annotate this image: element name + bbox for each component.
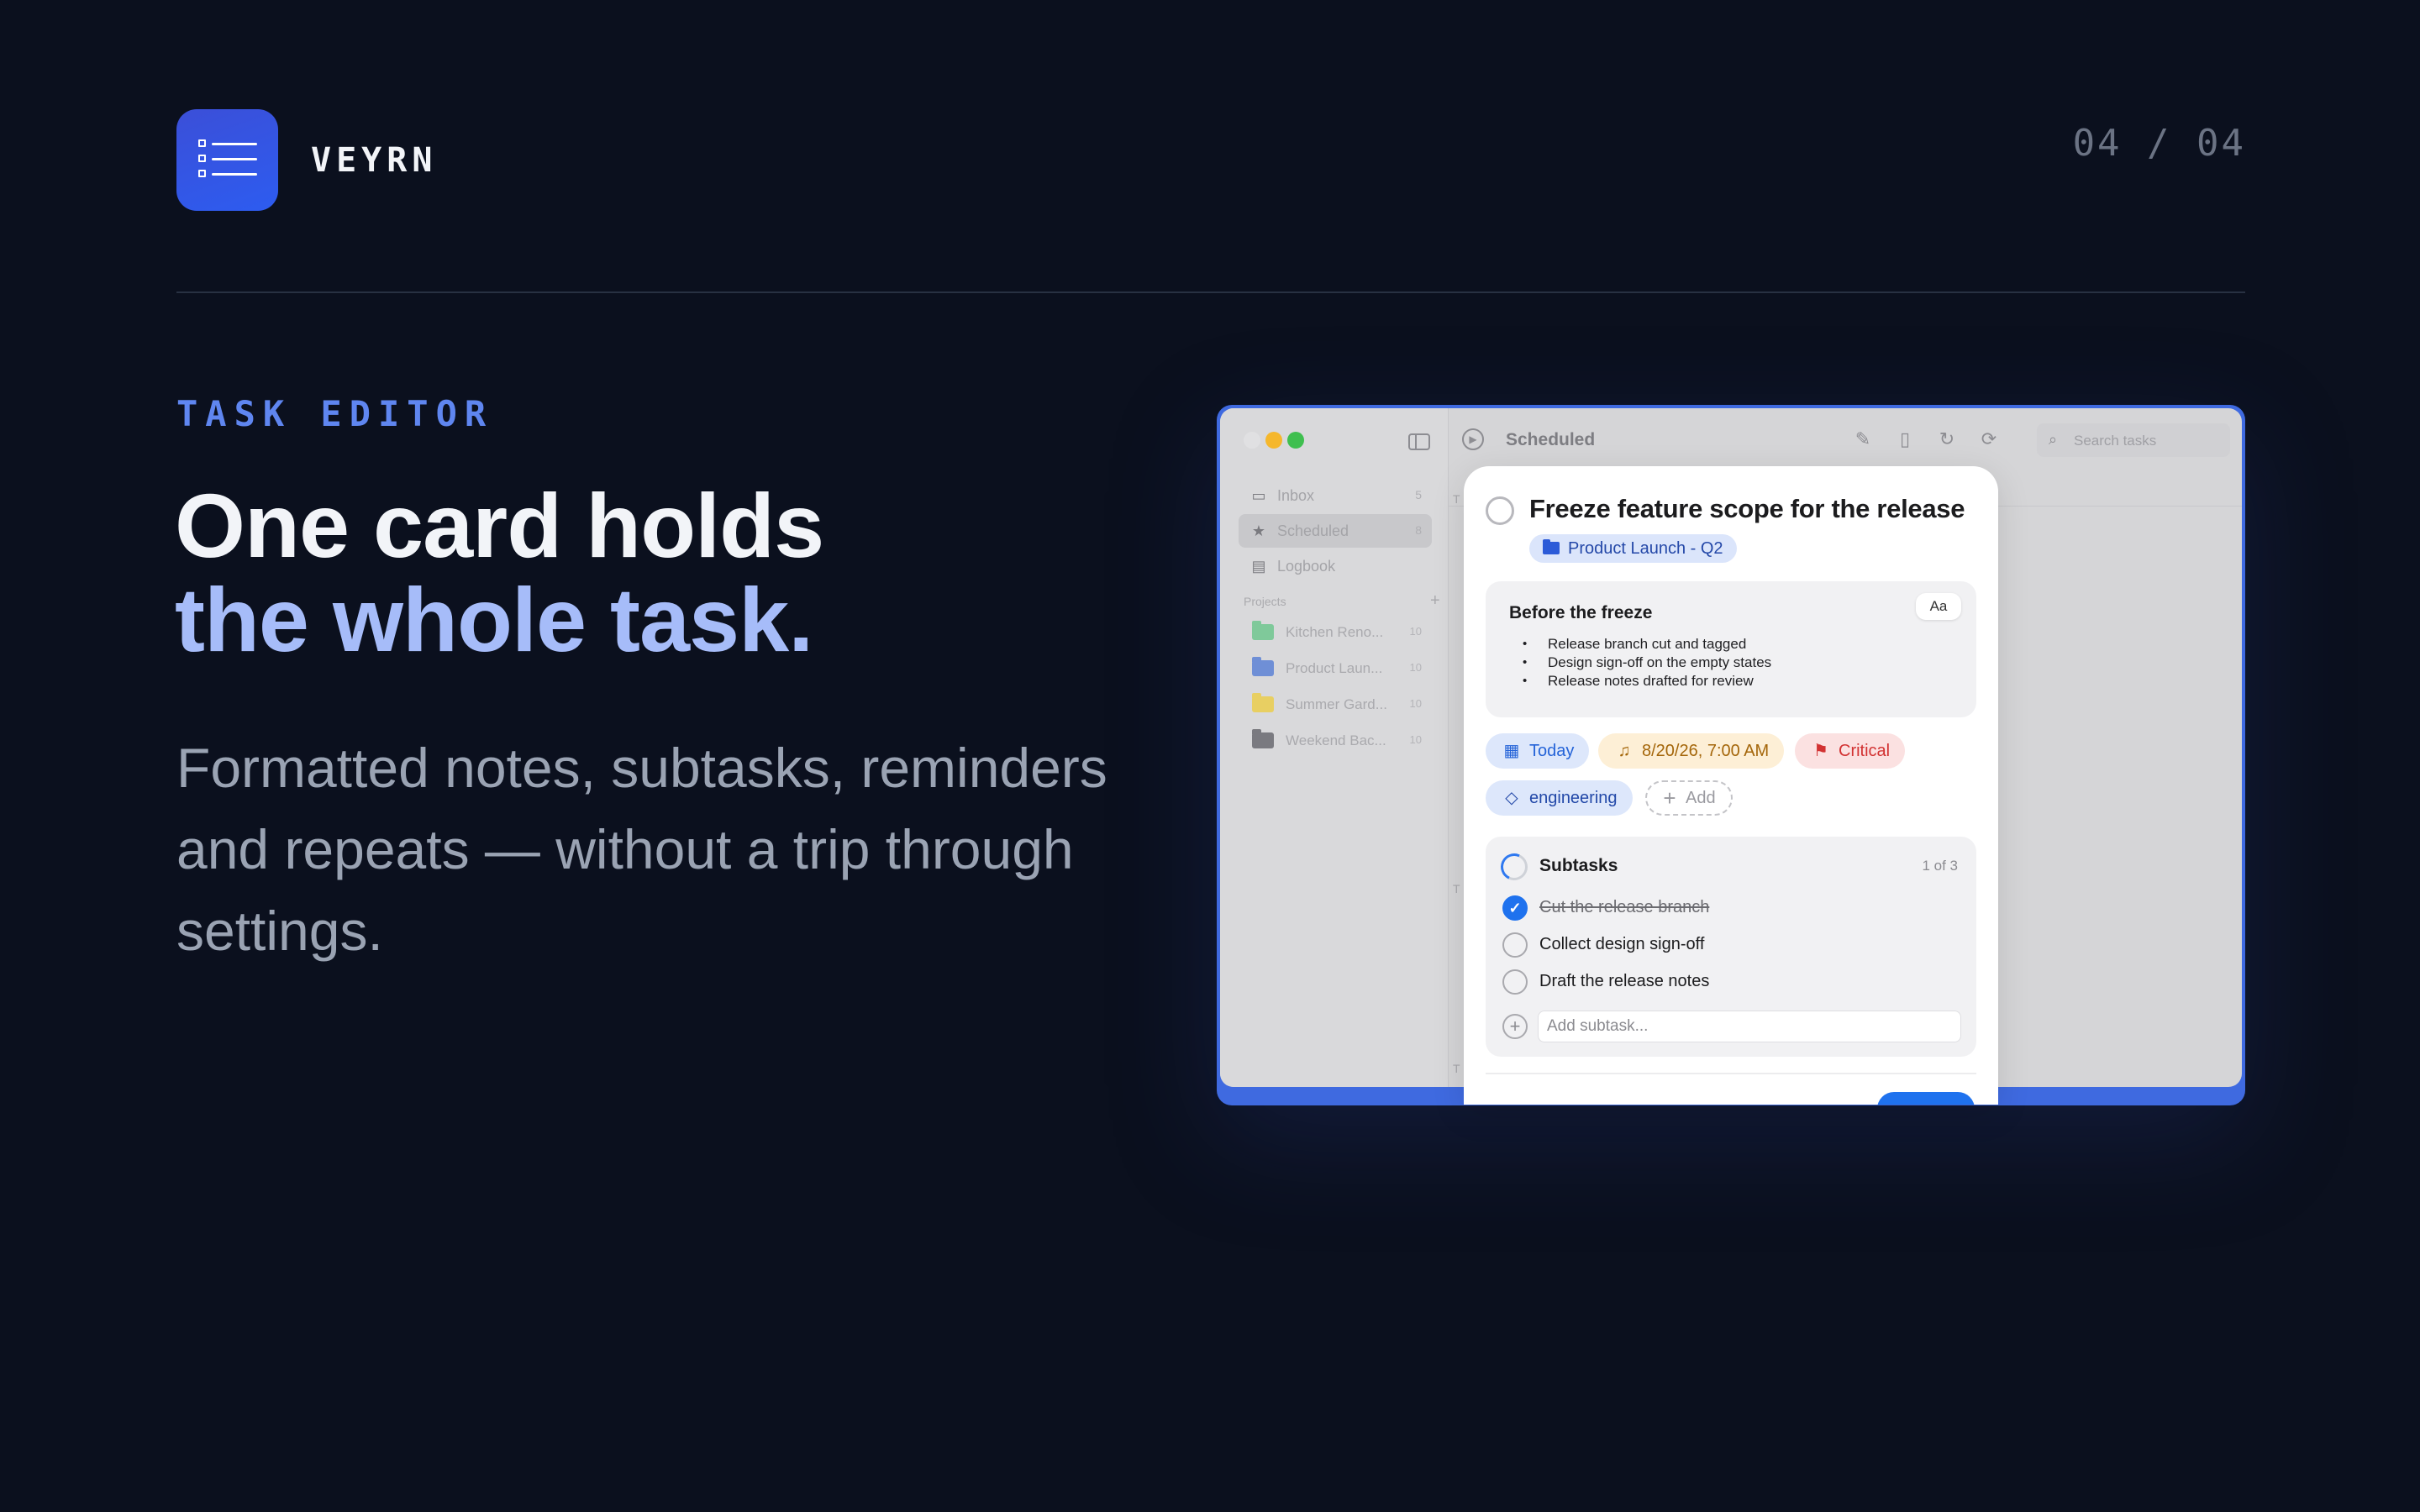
subtask-row[interactable]: Draft the release notes xyxy=(1501,968,1954,996)
subcopy: Formatted notes, subtasks, reminders and… xyxy=(176,737,1107,962)
brand-name: VEYRN xyxy=(311,141,438,180)
add-subtask-input[interactable]: Add subtask... xyxy=(1538,1011,1961,1042)
folder-icon xyxy=(1252,693,1274,712)
subtask-row[interactable]: ✓ Cut the release branch xyxy=(1501,894,1954,922)
list-item: Release branch cut and tagged xyxy=(1523,635,1771,654)
subtask-row[interactable]: Collect design sign-off xyxy=(1501,931,1954,959)
header-divider xyxy=(176,291,2245,293)
refresh-icon[interactable]: ↻ xyxy=(1936,428,1958,450)
subtask-checkbox-checked[interactable]: ✓ xyxy=(1502,895,1528,921)
priority-chip[interactable]: ⚑ Critical xyxy=(1795,733,1906,769)
due-date-chip[interactable]: ▦ Today xyxy=(1486,733,1590,769)
folder-icon xyxy=(1252,621,1274,640)
folder-icon xyxy=(1252,657,1274,676)
sidebar-project-weekend[interactable]: Weekend Bac... 10 xyxy=(1239,725,1432,755)
add-subtask-icon[interactable]: + xyxy=(1502,1014,1528,1039)
subtasks-heading: Subtasks xyxy=(1539,856,1618,875)
subtasks-count: 1 of 3 xyxy=(1922,858,1958,874)
task-title[interactable]: Freeze feature scope for the release xyxy=(1529,494,1965,524)
plus-icon: + xyxy=(1663,785,1676,811)
archive-icon: ▤ xyxy=(1251,558,1266,575)
list-item: Release notes drafted for review xyxy=(1523,672,1771,690)
sync-icon[interactable]: ⟳ xyxy=(1978,428,2000,450)
format-text-button[interactable]: Aa xyxy=(1916,593,1961,620)
card-divider xyxy=(1486,1073,1976,1074)
sidebar-toggle-icon[interactable] xyxy=(1408,433,1430,450)
notes-heading: Before the freeze xyxy=(1509,603,1653,622)
headline-line-1: One card holds xyxy=(175,475,824,576)
progress-ring-icon xyxy=(1497,849,1532,885)
notes-list: Release branch cut and tagged Design sig… xyxy=(1523,635,1771,690)
document-icon[interactable]: ▯ xyxy=(1894,428,1916,450)
tag-chip[interactable]: ◇ engineering xyxy=(1486,780,1633,816)
search-icon: ⌕ xyxy=(2049,431,2058,448)
compose-icon[interactable]: ✎ xyxy=(1852,428,1874,450)
list-item: Design sign-off on the empty states xyxy=(1523,654,1771,672)
sidebar: ▭ Inbox 5 ★ Scheduled 8 ▤ Logbook Projec… xyxy=(1220,408,1449,1087)
subtask-checkbox[interactable] xyxy=(1502,932,1528,958)
star-icon: ★ xyxy=(1251,522,1266,539)
search-field[interactable]: ⌕ Search tasks xyxy=(2037,423,2230,457)
task-complete-checkbox[interactable] xyxy=(1486,496,1514,525)
done-button[interactable] xyxy=(1877,1092,1975,1105)
close-window-button[interactable] xyxy=(1244,432,1260,449)
minimize-window-button[interactable] xyxy=(1265,432,1282,449)
sidebar-item-logbook[interactable]: ▤ Logbook xyxy=(1239,549,1432,583)
sidebar-item-inbox[interactable]: ▭ Inbox 5 xyxy=(1239,479,1432,512)
subtask-checkbox[interactable] xyxy=(1502,969,1528,995)
sidebar-project-product-launch[interactable]: Product Laun... 10 xyxy=(1239,653,1432,683)
scheduled-view-icon[interactable]: ▶ xyxy=(1462,428,1484,450)
sidebar-project-kitchen[interactable]: Kitchen Reno... 10 xyxy=(1239,617,1432,647)
project-chip[interactable]: Product Launch - Q2 xyxy=(1529,534,1737,563)
subtasks-panel: Subtasks 1 of 3 ✓ Cut the release branch… xyxy=(1486,837,1976,1057)
toolbar: ▶ Scheduled ✎ ▯ ↻ ⟳ ⌕ Search tasks xyxy=(1449,408,2242,469)
page-indicator: 04 / 04 xyxy=(2072,122,2246,165)
sidebar-item-scheduled[interactable]: ★ Scheduled 8 xyxy=(1239,514,1432,548)
inbox-icon: ▭ xyxy=(1251,487,1266,504)
reminder-chip[interactable]: ♫ 8/20/26, 7:00 AM xyxy=(1598,733,1785,769)
headline-line-2: the whole task. xyxy=(175,569,813,670)
folder-icon xyxy=(1252,729,1274,748)
add-project-icon[interactable]: + xyxy=(1430,591,1440,611)
app-logo xyxy=(176,109,278,211)
tag-icon: ◇ xyxy=(1505,789,1518,807)
projects-header: Projects xyxy=(1244,595,1286,608)
calendar-icon: ▦ xyxy=(1503,742,1520,760)
bell-icon: ♫ xyxy=(1618,742,1631,760)
list-item-peek: T xyxy=(1453,1062,1460,1075)
sidebar-project-summer-garden[interactable]: Summer Gard... 10 xyxy=(1239,689,1432,719)
add-subtask-row: + Add subtask... xyxy=(1501,1011,1961,1042)
flag-icon: ⚑ xyxy=(1813,742,1828,760)
view-title: Scheduled xyxy=(1506,430,1596,449)
headline: One card holds the whole task. xyxy=(175,475,824,670)
task-editor-card: Freeze feature scope for the release Pro… xyxy=(1464,466,1998,1105)
list-item-peek: T xyxy=(1453,492,1460,506)
notes-panel[interactable]: Before the freeze Aa Release branch cut … xyxy=(1486,581,1976,717)
section-eyebrow: TASK EDITOR xyxy=(176,393,494,434)
add-attribute-button[interactable]: + Add xyxy=(1645,780,1733,816)
list-item-peek: T xyxy=(1453,882,1460,895)
folder-icon xyxy=(1543,539,1560,554)
zoom-window-button[interactable] xyxy=(1287,432,1304,449)
